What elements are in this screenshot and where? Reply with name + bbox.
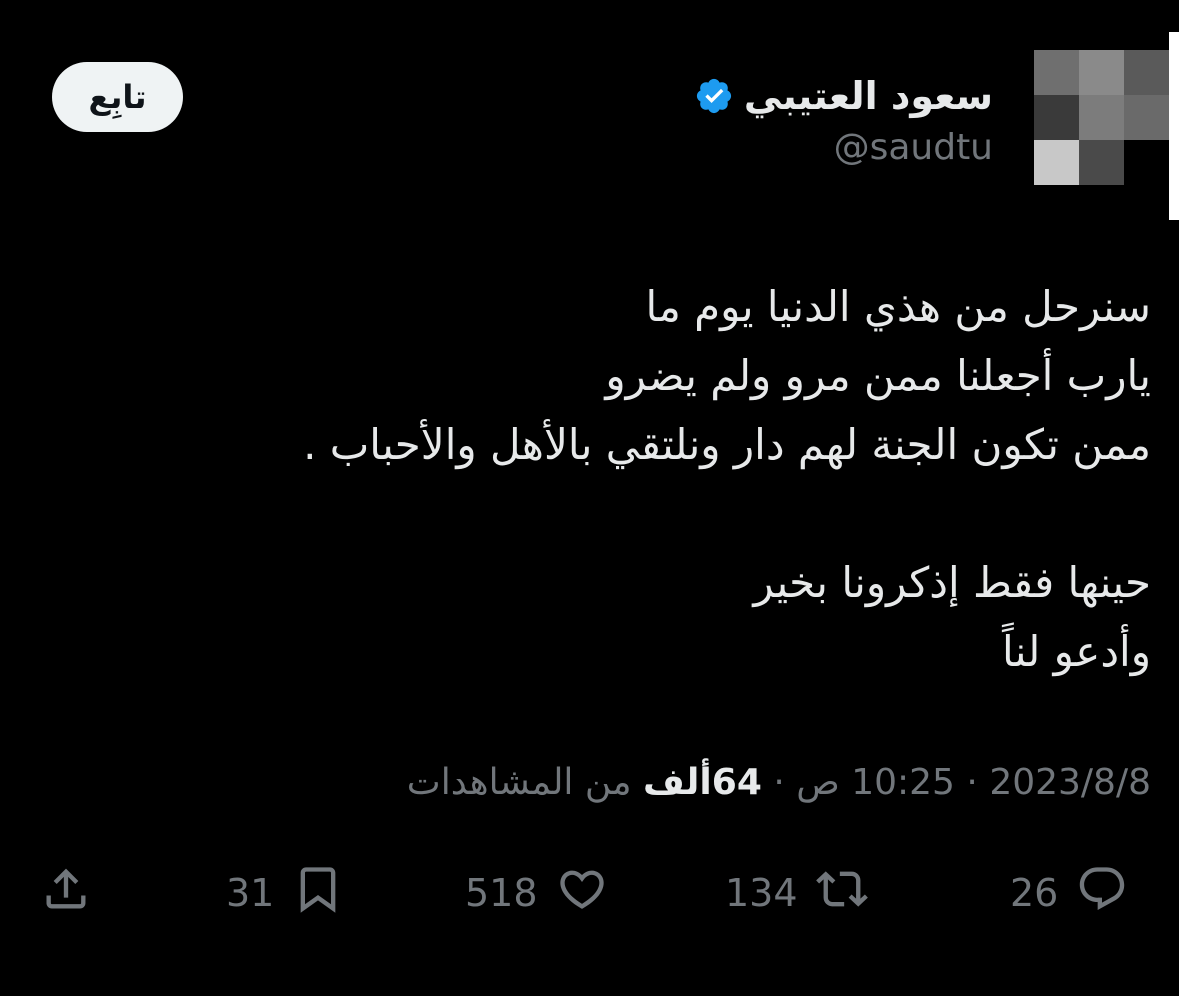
action-bar: 26 134 518 31 (0, 858, 1179, 928)
edge-strip (1169, 32, 1179, 220)
verified-badge-icon (694, 76, 734, 116)
reply-button[interactable]: 26 (1010, 858, 1128, 928)
meta-separator: · (773, 762, 785, 803)
avatar-pixel (1124, 95, 1169, 140)
like-count: 518 (465, 871, 538, 915)
repost-count: 134 (725, 871, 798, 915)
tweet-meta: 2023/8/8 · 10:25 ص · 64ألف من المشاهدات (407, 762, 1151, 803)
heart-icon (556, 863, 608, 924)
tweet-text: سنرحل من هذي الدنيا يوم ما يارب أجعلنا م… (151, 272, 1151, 686)
tweet-detail: سعود العتيبي @saudtu تابِع سنرحل من هذي … (0, 0, 1179, 996)
tweet-line: حينها فقط إذكرونا بخير (753, 558, 1151, 607)
tweet-time[interactable]: 10:25 ص (796, 762, 955, 803)
avatar-pixel (1034, 95, 1079, 140)
repost-button[interactable]: 134 (725, 858, 868, 928)
avatar-pixel (1124, 50, 1169, 95)
avatar-pixel (1079, 140, 1124, 185)
tweet-line: سنرحل من هذي الدنيا يوم ما (645, 282, 1151, 331)
author-info[interactable]: سعود العتيبي @saudtu (694, 70, 993, 174)
bookmark-count: 31 (226, 871, 275, 915)
author-name-row[interactable]: سعود العتيبي (694, 70, 993, 122)
author-handle[interactable]: @saudtu (694, 122, 993, 174)
views-label: من المشاهدات (406, 762, 632, 803)
tweet-date[interactable]: 2023/8/8 (989, 762, 1151, 803)
tweet-line: ممن تكون الجنة لهم دار ونلتقي بالأهل وال… (303, 420, 1151, 469)
like-button[interactable]: 518 (465, 858, 608, 928)
avatar-pixel (1124, 140, 1169, 185)
bookmark-icon (292, 863, 344, 924)
reply-icon (1076, 863, 1128, 924)
bottom-edge (0, 990, 1179, 996)
avatar-pixel (1034, 140, 1079, 185)
avatar-pixel (1079, 50, 1124, 95)
tweet-line: وأدعو لناً (1001, 627, 1151, 676)
follow-button[interactable]: تابِع (52, 62, 183, 132)
avatar-pixel (1079, 95, 1124, 140)
avatar-pixel (1034, 50, 1079, 95)
meta-separator: · (966, 762, 978, 803)
author-display-name[interactable]: سعود العتيبي (744, 70, 993, 122)
reply-count: 26 (1010, 871, 1059, 915)
tweet-line: يارب أجعلنا ممن مرو ولم يضرو (605, 351, 1151, 400)
share-icon (40, 863, 92, 924)
views-count: 64ألف (643, 762, 762, 803)
avatar[interactable] (1034, 50, 1170, 186)
repost-icon (815, 863, 868, 924)
bookmark-button[interactable]: 31 (226, 858, 344, 928)
share-button[interactable] (40, 858, 92, 928)
